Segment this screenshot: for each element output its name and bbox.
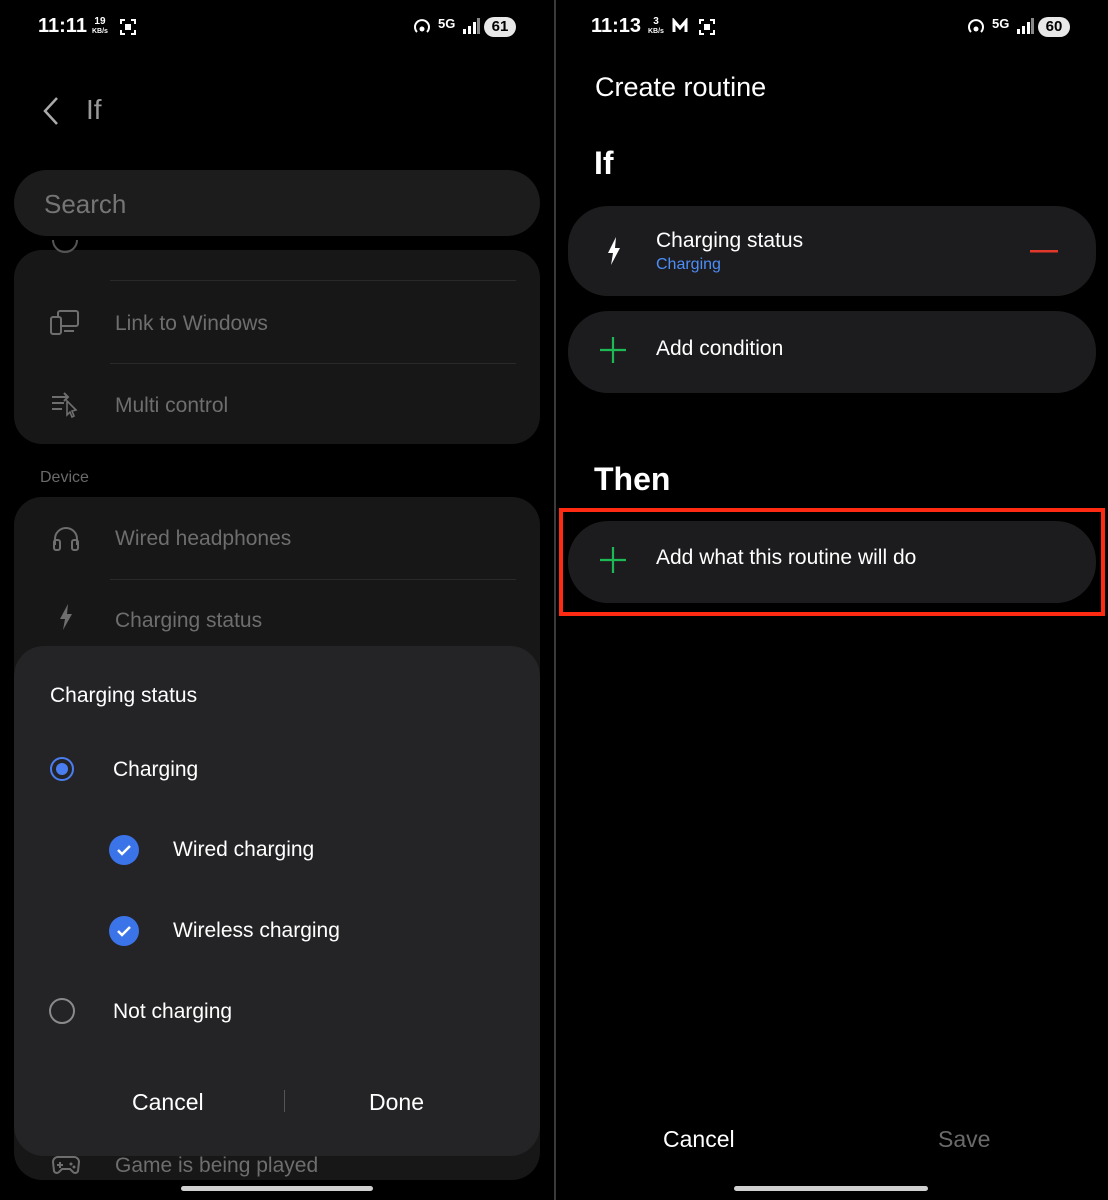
- battery-level: 60: [1038, 17, 1070, 37]
- option-label: Charging: [113, 758, 199, 781]
- if-screen: 11:11 19 KB/s 5G 61 If Search Link to Wi…: [0, 0, 554, 1200]
- list-item-label: Game is being played: [115, 1154, 319, 1177]
- list-item-link-to-windows[interactable]: Link to Windows: [14, 282, 540, 362]
- partial-item-icon: [52, 240, 78, 253]
- signal-icon: [1017, 18, 1034, 34]
- battery-level: 61: [484, 17, 516, 37]
- check-icon: [117, 845, 131, 856]
- button-divider: [284, 1090, 285, 1112]
- option-label: Wired charging: [173, 838, 315, 861]
- save-button[interactable]: Save: [938, 1126, 990, 1153]
- mail-app-icon: [672, 18, 688, 32]
- page-title: Create routine: [595, 72, 767, 102]
- list-item-label: Wired headphones: [115, 527, 292, 550]
- signal-icon: [463, 18, 480, 34]
- if-heading: If: [594, 145, 614, 181]
- back-arrow-icon[interactable]: [42, 96, 60, 126]
- status-time: 11:13: [591, 15, 642, 37]
- conditions-group-connections: Link to Windows Multi control: [14, 240, 540, 444]
- list-item-label: Charging status: [115, 609, 263, 632]
- cancel-button[interactable]: Cancel: [663, 1126, 735, 1153]
- minus-icon: [1030, 250, 1058, 253]
- section-label-device: Device: [40, 469, 89, 486]
- remove-condition-button[interactable]: [1030, 238, 1058, 264]
- network-type: 5G: [992, 16, 1010, 31]
- add-condition-button[interactable]: Add condition: [568, 311, 1096, 393]
- multi-control-icon: [52, 392, 78, 419]
- headphones-icon: [53, 527, 79, 551]
- plus-icon: [600, 337, 626, 363]
- gamepad-icon: [52, 1156, 80, 1174]
- network-speed: 19 KB/s: [92, 16, 108, 36]
- list-item-wired-headphones[interactable]: Wired headphones: [14, 497, 540, 579]
- add-condition-label: Add condition: [656, 337, 784, 360]
- status-time: 11:11: [38, 15, 87, 37]
- hotspot-icon: [414, 19, 430, 33]
- network-type: 5G: [438, 16, 456, 31]
- network-speed: 3 KB/s: [648, 16, 664, 36]
- option-charging[interactable]: Charging: [34, 746, 520, 794]
- search-input[interactable]: [14, 170, 540, 236]
- cancel-button[interactable]: Cancel: [132, 1089, 204, 1116]
- condition-card-charging-status[interactable]: Charging status Charging: [568, 206, 1096, 296]
- check-icon: [117, 926, 131, 937]
- condition-title: Charging status: [656, 229, 804, 252]
- radio-selected[interactable]: [50, 757, 74, 781]
- then-heading: Then: [594, 461, 671, 497]
- list-item-label: Multi control: [115, 394, 229, 417]
- search-field[interactable]: [42, 184, 506, 224]
- highlight-box: [559, 508, 1105, 616]
- option-label: Not charging: [113, 1000, 233, 1023]
- link-to-windows-icon: [50, 310, 79, 335]
- option-not-charging[interactable]: Not charging: [34, 988, 520, 1036]
- list-item-label: Link to Windows: [115, 312, 268, 335]
- navigation-handle[interactable]: [734, 1186, 928, 1191]
- screenshot-icon: [120, 19, 136, 35]
- list-item-multi-control[interactable]: Multi control: [14, 364, 540, 444]
- lightning-icon: [60, 604, 72, 630]
- checkbox-checked[interactable]: [109, 835, 139, 865]
- done-button[interactable]: Done: [369, 1089, 424, 1116]
- radio-unselected[interactable]: [49, 998, 75, 1024]
- condition-subtitle: Charging: [656, 256, 721, 273]
- option-label: Wireless charging: [173, 919, 340, 942]
- screenshot-icon: [699, 19, 715, 35]
- lightning-icon: [608, 237, 620, 265]
- option-wireless-charging[interactable]: Wireless charging: [94, 907, 520, 955]
- option-wired-charging[interactable]: Wired charging: [94, 826, 520, 874]
- create-routine-screen: 11:13 3 KB/s 5G 60 Create routine If Cha…: [556, 0, 1108, 1200]
- hotspot-icon: [968, 19, 984, 33]
- charging-status-dialog: Charging status Charging Wired charging …: [14, 646, 540, 1156]
- navigation-handle[interactable]: [181, 1186, 373, 1191]
- checkbox-checked[interactable]: [109, 916, 139, 946]
- dialog-title: Charging status: [50, 684, 198, 707]
- page-title: If: [86, 94, 102, 125]
